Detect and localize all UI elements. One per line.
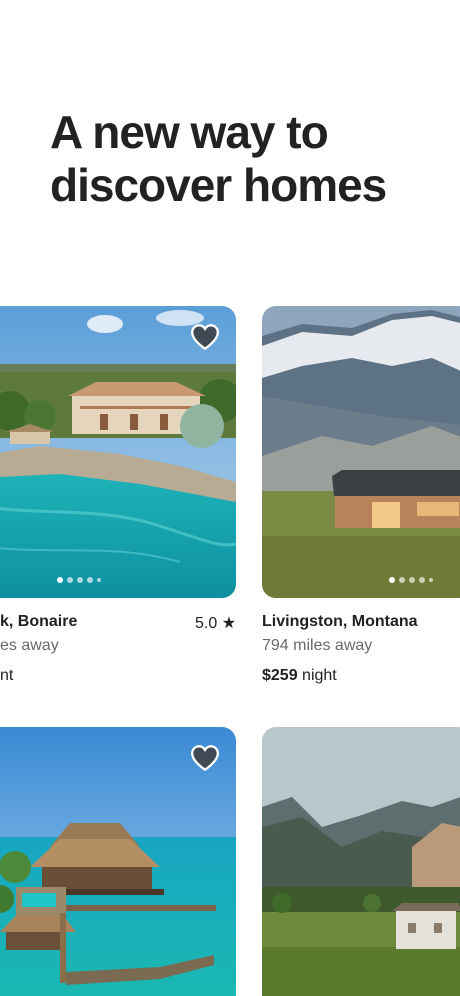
listing-photo-2[interactable] xyxy=(262,306,460,598)
listing-photo-2-image xyxy=(262,306,460,598)
listing-photo-4[interactable] xyxy=(262,727,460,996)
listing-price-suffix-1: nt xyxy=(0,667,14,684)
pager-dot xyxy=(399,577,405,583)
pager-dot xyxy=(389,577,395,583)
listing-location-2: Livingston, Montana xyxy=(262,613,418,630)
pager-dot xyxy=(87,577,93,583)
listing-price-1: nt xyxy=(0,667,13,685)
headline-line-2: discover homes xyxy=(50,159,387,211)
listing-distance-1: es away xyxy=(0,637,59,654)
photo-pager-dots-1[interactable] xyxy=(57,577,101,583)
pager-dot xyxy=(409,577,415,583)
photo-pager-dots-2[interactable] xyxy=(389,577,433,583)
page-title: A new way to discover homes xyxy=(50,106,450,212)
favorite-heart-icon-3[interactable] xyxy=(191,745,219,771)
favorite-heart-icon-1[interactable] xyxy=(191,324,219,350)
pager-dot xyxy=(429,578,433,582)
listing-price-amount-2: $259 xyxy=(262,667,298,684)
pager-dot xyxy=(419,577,425,583)
listing-photo-4-image xyxy=(262,727,460,996)
listing-rating-1: 5.0 ★ xyxy=(195,615,237,632)
pager-dot xyxy=(77,577,83,583)
headline-line-1: A new way to xyxy=(50,106,329,158)
pager-dot xyxy=(57,577,63,583)
pager-dot xyxy=(97,578,101,582)
listing-location-1: k, Bonaire xyxy=(0,613,78,630)
listing-price-2: $259 night xyxy=(262,667,337,685)
listing-distance-2: 794 miles away xyxy=(262,637,373,654)
listing-price-suffix-2: night xyxy=(302,667,337,684)
pager-dot xyxy=(67,577,73,583)
